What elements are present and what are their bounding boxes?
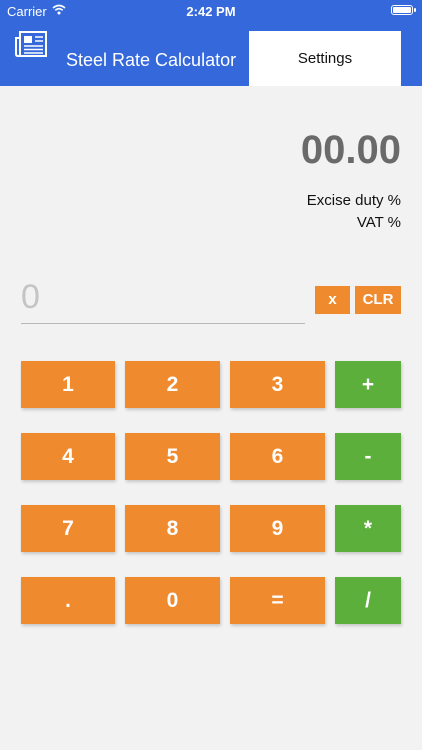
result-display: 00.00: [300, 128, 401, 172]
page-title: Steel Rate Calculator: [66, 50, 237, 70]
vat-label: VAT %: [356, 214, 401, 231]
excise-duty-label: Excise duty %: [306, 192, 401, 209]
delete-button[interactable]: x: [315, 286, 350, 314]
status-bar: Carrier 2:42 PM: [0, 0, 422, 22]
amount-input[interactable]: 0: [21, 278, 40, 317]
key-5[interactable]: 5: [125, 433, 220, 480]
key-0[interactable]: 0: [125, 577, 220, 624]
key-4[interactable]: 4: [21, 433, 115, 480]
key-8[interactable]: 8: [125, 505, 220, 552]
key-decimal[interactable]: .: [21, 577, 115, 624]
key-multiply[interactable]: *: [335, 505, 401, 552]
battery-icon: [391, 5, 416, 15]
clear-button[interactable]: CLR: [355, 286, 401, 314]
input-underline: [21, 323, 305, 324]
app-header: Carrier 2:42 PM Steel Rate Calculator Se…: [0, 0, 422, 86]
key-equals[interactable]: =: [230, 577, 325, 624]
key-7[interactable]: 7: [21, 505, 115, 552]
key-1[interactable]: 1: [21, 361, 115, 408]
clock-time: 2:42 PM: [186, 4, 236, 19]
key-2[interactable]: 2: [125, 361, 220, 408]
key-9[interactable]: 9: [230, 505, 325, 552]
key-divide[interactable]: /: [335, 577, 401, 624]
key-minus[interactable]: -: [335, 433, 401, 480]
settings-button[interactable]: Settings: [249, 31, 401, 86]
newspaper-icon[interactable]: [14, 30, 48, 58]
key-6[interactable]: 6: [230, 433, 325, 480]
key-plus[interactable]: +: [335, 361, 401, 408]
key-3[interactable]: 3: [230, 361, 325, 408]
